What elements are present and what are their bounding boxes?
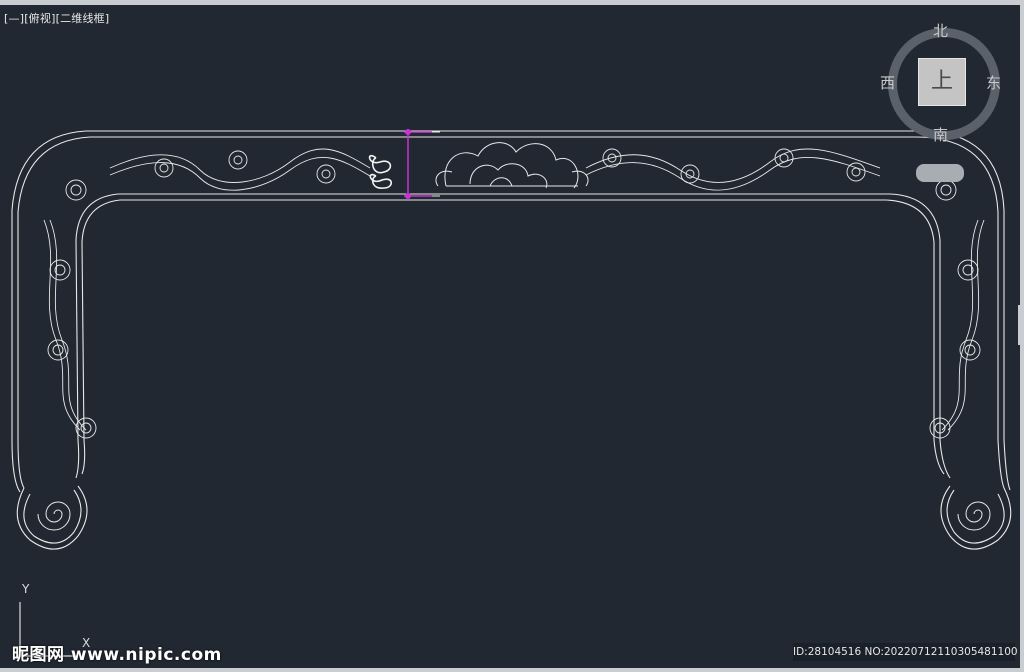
end-scrolls (37, 501, 991, 531)
central-peony-carving (435, 142, 589, 189)
compass-west-label[interactable]: 西 (880, 72, 895, 93)
compass-north-label[interactable]: 北 (933, 20, 948, 41)
watermark-site: 昵图网 www.nipic.com (12, 645, 222, 665)
carved-vine-motif (43, 148, 985, 431)
drawing-canvas[interactable] (0, 0, 1024, 672)
wcs-menu-button[interactable] (916, 164, 964, 182)
compass-east-label[interactable]: 东 (986, 72, 1001, 93)
viewcube-top-face[interactable]: 上 (918, 58, 966, 106)
ucs-y-label: Y (22, 582, 30, 596)
watermark-id: ID:28104516 NO:20220712110305481100 (793, 643, 1018, 661)
selection-grips[interactable] (404, 129, 440, 199)
infinity-symbol (368, 155, 393, 189)
scroll-rosettes (47, 148, 981, 439)
compass-south-label[interactable]: 南 (933, 124, 948, 145)
viewcube[interactable]: 北 南 西 东 上 (880, 22, 1004, 182)
table-apron-outline (11, 130, 1012, 550)
